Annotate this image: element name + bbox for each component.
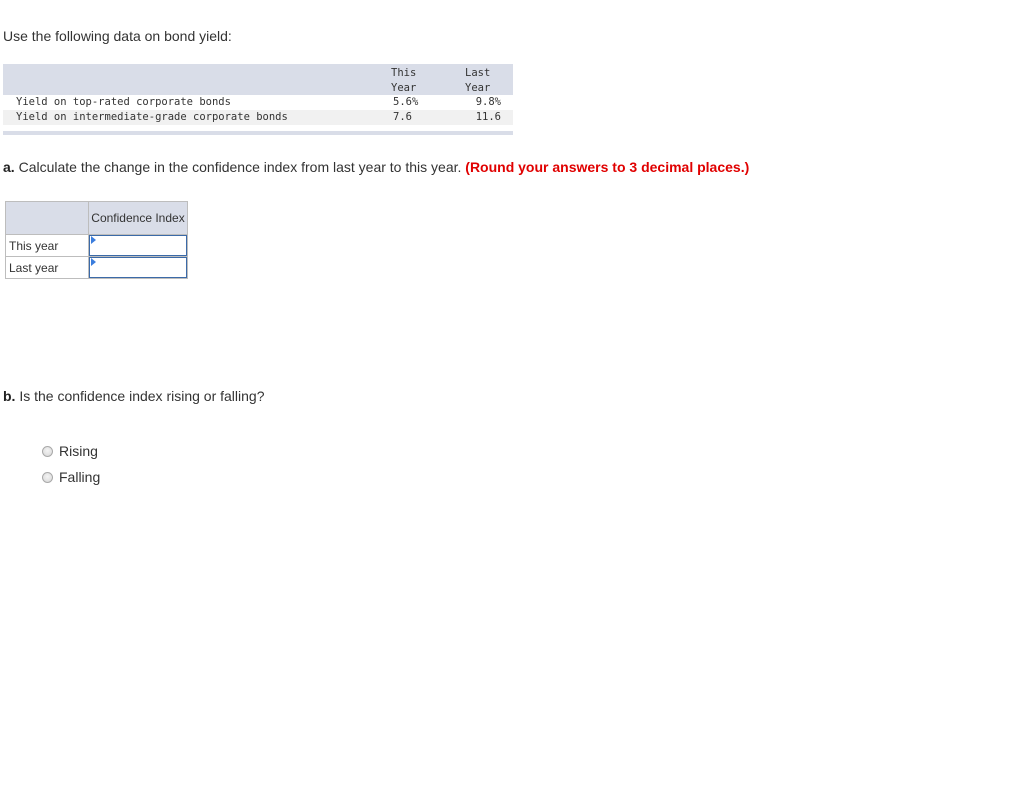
this-year-value: 7.6 xyxy=(393,111,412,123)
option-rising[interactable]: Rising xyxy=(42,438,100,464)
table-footer-bar xyxy=(3,131,513,135)
corner-cell xyxy=(5,201,89,235)
flag-icon xyxy=(91,258,96,266)
header-this-year: This Year xyxy=(391,67,417,94)
row-label-this-year: This year xyxy=(5,234,89,257)
table-row: Yield on top-rated corporate bonds 5.6% … xyxy=(3,95,513,110)
table-row: This year xyxy=(5,234,188,257)
last-year-value: 11.6 xyxy=(475,111,501,123)
row-label: Yield on intermediate-grade corporate bo… xyxy=(16,111,288,123)
confidence-index-header: Confidence Index xyxy=(88,201,188,235)
answer-options: Rising Falling xyxy=(42,438,100,490)
radio-button[interactable] xyxy=(42,445,53,457)
input-cell xyxy=(88,234,188,257)
intro-text: Use the following data on bond yield: xyxy=(3,28,232,44)
table-row: Yield on intermediate-grade corporate bo… xyxy=(3,110,513,125)
row-label: Yield on top-rated corporate bonds xyxy=(16,96,231,108)
flag-icon xyxy=(91,236,96,244)
last-year-confidence-input[interactable] xyxy=(89,257,187,278)
question-b-label: b. xyxy=(3,388,16,404)
row-label-last-year: Last year xyxy=(5,256,89,279)
bond-yield-table: This Year Last Year Yield on top-rated c… xyxy=(3,64,513,135)
answer-table: Confidence Index This year Last year xyxy=(5,201,188,279)
last-year-value: 9.8% xyxy=(475,96,501,108)
question-b-text: Is the confidence index rising or fallin… xyxy=(15,388,265,404)
input-cell xyxy=(88,256,188,279)
question-a-text: Calculate the change in the confidence i… xyxy=(14,159,466,175)
option-label: Falling xyxy=(59,469,101,485)
this-year-confidence-input[interactable] xyxy=(89,235,187,256)
radio-button[interactable] xyxy=(42,471,53,483)
header-last-year: Last Year xyxy=(465,67,491,94)
bond-table-header: This Year Last Year xyxy=(3,64,513,95)
option-falling[interactable]: Falling xyxy=(42,464,100,490)
question-a: a. Calculate the change in the confidenc… xyxy=(3,159,749,175)
rounding-note: (Round your answers to 3 decimal places.… xyxy=(465,159,750,175)
option-label: Rising xyxy=(59,443,98,459)
this-year-value: 5.6% xyxy=(393,96,419,108)
question-a-label: a. xyxy=(3,159,15,175)
question-b: b. Is the confidence index rising or fal… xyxy=(3,388,265,404)
table-row: Last year xyxy=(5,256,188,279)
